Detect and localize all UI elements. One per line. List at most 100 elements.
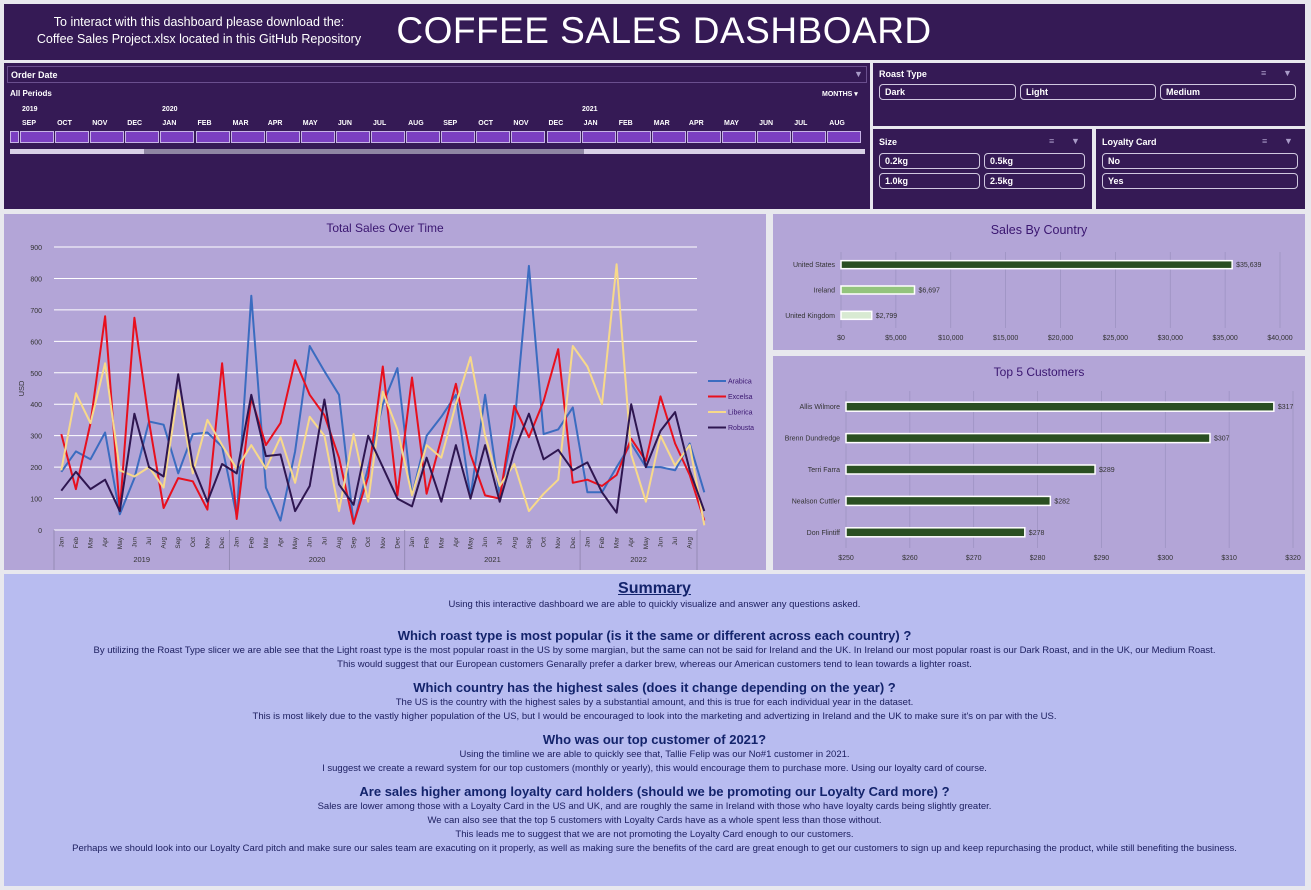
x-tick-label: Feb bbox=[248, 537, 255, 549]
timeline-month-segment[interactable] bbox=[125, 131, 160, 143]
timeline-month-label: APR bbox=[267, 120, 283, 127]
x-tick-label: $0 bbox=[837, 335, 845, 342]
x-tick-label: Mar bbox=[88, 536, 95, 548]
timeline-month-label: SEP bbox=[443, 120, 458, 127]
x-tick-label: $35,000 bbox=[1212, 335, 1237, 342]
category-label: Terri Farra bbox=[808, 467, 840, 474]
country-chart-svg: $0 $5,000 $10,000 $15,000 $20,000 $25,000 $30,… bbox=[785, 252, 1293, 342]
timeline-month-label: MAY bbox=[724, 120, 739, 127]
category-label: Brenn Dundredge bbox=[785, 436, 840, 443]
timeline-month-segment[interactable] bbox=[20, 131, 55, 143]
x-tick-label: Jan bbox=[58, 537, 65, 548]
timeline-month-segment[interactable] bbox=[581, 131, 616, 143]
size-option-2-5kg[interactable]: 2.5kg bbox=[984, 173, 1085, 189]
size-option-1-0kg[interactable]: 1.0kg bbox=[879, 173, 980, 189]
y-tick-label: 500 bbox=[30, 371, 42, 378]
roast-option-dark[interactable]: Dark bbox=[879, 84, 1016, 100]
answer-3-line-1: Using the timline we are able to quickly… bbox=[459, 749, 850, 760]
x-tick-label: $25,000 bbox=[1103, 335, 1128, 342]
timeline-month-label: DEC bbox=[548, 120, 564, 127]
clear-filter-icon[interactable]: ▼ bbox=[854, 69, 863, 79]
y-tick-label: 300 bbox=[30, 434, 42, 441]
y-tick-label: 100 bbox=[30, 497, 42, 504]
timeline-month-segment[interactable] bbox=[511, 131, 546, 143]
x-tick-label: Jun bbox=[131, 537, 138, 548]
line-chart-svg: 0 100 200 300 400 500 600 700 800 900 USD Jan Feb Mar… bbox=[17, 245, 754, 570]
category-label: United States bbox=[793, 262, 836, 269]
timeline-month-segment[interactable] bbox=[616, 131, 651, 143]
summary-heading: Summary bbox=[618, 580, 691, 597]
timeline-month-segment[interactable] bbox=[686, 131, 721, 143]
x-tick-label: Jan bbox=[409, 537, 416, 548]
x-tick-label: Oct bbox=[365, 537, 372, 547]
chevron-down-icon: ▾ bbox=[854, 91, 858, 98]
multi-select-icon[interactable]: ≡ bbox=[1261, 68, 1266, 78]
timeline-month-segment[interactable] bbox=[300, 131, 335, 143]
timeline-month-label: APR bbox=[688, 120, 704, 127]
timeline-month-segment[interactable] bbox=[160, 131, 195, 143]
x-tick-label: $290 bbox=[1094, 555, 1110, 562]
timeline-month-segment[interactable] bbox=[406, 131, 441, 143]
bar bbox=[845, 464, 1096, 475]
sales-by-country-chart: Sales By Country $0 $5,000 $10,000 $15,000 $… bbox=[773, 214, 1305, 350]
y-tick-label: 200 bbox=[30, 465, 42, 472]
roast-option-medium[interactable]: Medium bbox=[1160, 84, 1296, 100]
timeline-month-segment[interactable] bbox=[230, 131, 265, 143]
loyalty-option-no[interactable]: No bbox=[1102, 153, 1298, 169]
order-date-timeline[interactable]: Order Date ▼ All Periods MONTHS ▾ 2019 20… bbox=[4, 63, 870, 209]
timeline-month-segment[interactable] bbox=[10, 131, 19, 143]
timeline-month-segment[interactable] bbox=[546, 131, 581, 143]
bar bbox=[845, 401, 1275, 412]
x-tick-label: Feb bbox=[424, 537, 431, 549]
timeline-month-segment[interactable] bbox=[792, 131, 827, 143]
x-tick-label: May bbox=[643, 536, 650, 549]
x-year-label: 2020 bbox=[309, 555, 326, 564]
x-tick-label: Dec bbox=[394, 536, 401, 548]
clear-filter-icon[interactable]: ▼ bbox=[1283, 68, 1292, 78]
timeline-month-label: NOV bbox=[513, 120, 529, 127]
x-tick-label: $15,000 bbox=[993, 335, 1018, 342]
roast-option-light[interactable]: Light bbox=[1020, 84, 1156, 100]
loyalty-option-yes[interactable]: Yes bbox=[1102, 173, 1298, 189]
timeline-month-segment[interactable] bbox=[476, 131, 511, 143]
y-tick-label: 400 bbox=[30, 402, 42, 409]
timeline-month-segment[interactable] bbox=[441, 131, 476, 143]
x-tick-label: Apr bbox=[453, 536, 460, 547]
category-label: Don Flintiff bbox=[807, 530, 840, 537]
x-tick-label: Sep bbox=[351, 537, 358, 549]
timeline-period: All Periods bbox=[10, 89, 52, 98]
x-tick-label: Jul bbox=[321, 536, 328, 545]
timeline-month-segment[interactable] bbox=[265, 131, 300, 143]
x-tick-label: Mar bbox=[614, 536, 621, 548]
clear-filter-icon[interactable]: ▼ bbox=[1071, 136, 1080, 146]
timeline-month-segment[interactable] bbox=[757, 131, 792, 143]
size-option-0-5kg[interactable]: 0.5kg bbox=[984, 153, 1085, 169]
timeline-month-segment[interactable] bbox=[371, 131, 406, 143]
loyalty-slicer-title: Loyalty Card bbox=[1102, 137, 1157, 147]
answer-2-line-2: This is most likely due to the vastly hi… bbox=[252, 711, 1057, 722]
timeline-month-segment[interactable] bbox=[90, 131, 125, 143]
timeline-month-segment[interactable] bbox=[722, 131, 757, 143]
clear-filter-icon[interactable]: ▼ bbox=[1284, 136, 1293, 146]
category-label: Allis Wilmore bbox=[800, 404, 841, 411]
timeline-month-segment[interactable] bbox=[335, 131, 370, 143]
x-tick-label: Jun bbox=[482, 537, 489, 548]
multi-select-icon[interactable]: ≡ bbox=[1049, 136, 1054, 146]
timeline-month-segment[interactable] bbox=[827, 131, 862, 143]
timeline-title-bar bbox=[7, 66, 867, 83]
x-tick-label: $10,000 bbox=[938, 335, 963, 342]
answer-4-line-2: We can also see that the top 5 customers… bbox=[427, 815, 882, 826]
timeline-month-segment[interactable] bbox=[651, 131, 686, 143]
series-line-liberica bbox=[60, 263, 706, 526]
customers-chart-svg: $250 $260 $270 $280 $290 $300 $310 $320 Allis Wi… bbox=[785, 391, 1301, 562]
timeline-unit-select[interactable]: MONTHS ▾ bbox=[822, 90, 858, 98]
x-tick-label: Nov bbox=[380, 536, 387, 548]
timeline-month-segment[interactable] bbox=[195, 131, 230, 143]
timeline-scroll-thumb[interactable] bbox=[144, 149, 584, 154]
multi-select-icon[interactable]: ≡ bbox=[1262, 136, 1267, 146]
data-label: $6,697 bbox=[918, 288, 940, 295]
timeline-month-segment[interactable] bbox=[55, 131, 90, 143]
answer-2-line-1: The US is the country with the highest s… bbox=[395, 697, 914, 708]
size-option-0-2kg[interactable]: 0.2kg bbox=[879, 153, 980, 169]
answer-3-line-2: I suggest we create a reward system for … bbox=[322, 763, 987, 774]
